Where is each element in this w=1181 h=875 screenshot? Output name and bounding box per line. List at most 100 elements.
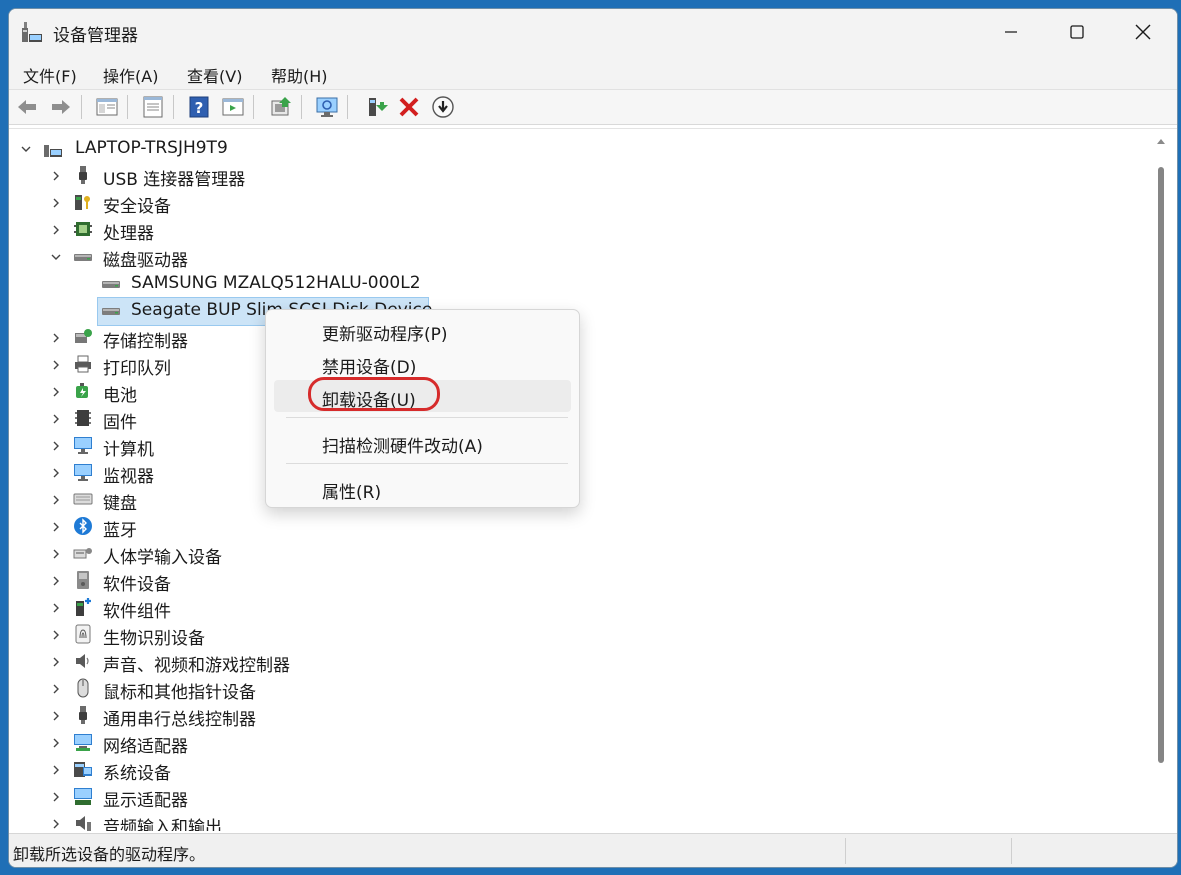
- tree-node[interactable]: 安全设备: [9, 189, 1149, 217]
- tree-node-label: USB 连接器管理器: [103, 170, 246, 190]
- tree-root[interactable]: LAPTOP-TRSJH9T9: [9, 135, 1149, 162]
- device-manager-window: 设备管理器 文件(F) 操作(A) 查看(V) 帮助(H) ? LAPTOP-T…: [8, 8, 1178, 868]
- chevron-right-icon[interactable]: [49, 330, 63, 344]
- chevron-right-icon[interactable]: [49, 222, 63, 236]
- chevron-right-icon[interactable]: [49, 816, 63, 830]
- maximize-button[interactable]: [1044, 9, 1110, 55]
- tree-node-label: 鼠标和其他指针设备: [103, 683, 256, 703]
- enable-device-icon[interactable]: [365, 95, 389, 119]
- chevron-down-icon[interactable]: [19, 141, 33, 155]
- system-device-icon: [73, 759, 93, 779]
- tree-node[interactable]: 软件组件: [9, 594, 1149, 622]
- menu-action[interactable]: 操作(A): [99, 61, 162, 89]
- network-adapter-icon: [73, 732, 93, 752]
- chevron-down-icon[interactable]: [49, 249, 63, 263]
- toolbar-separator: [173, 95, 174, 119]
- chevron-right-icon[interactable]: [49, 438, 63, 452]
- tree-node[interactable]: 显示适配器: [9, 783, 1149, 811]
- properties-icon[interactable]: [141, 95, 165, 119]
- scroll-thumb[interactable]: [1158, 167, 1164, 763]
- menu-help[interactable]: 帮助(H): [267, 61, 332, 89]
- chevron-right-icon[interactable]: [49, 600, 63, 614]
- chevron-right-icon[interactable]: [49, 681, 63, 695]
- chevron-right-icon[interactable]: [49, 465, 63, 479]
- context-menu-properties[interactable]: 属性(R): [274, 472, 571, 504]
- tree-node[interactable]: 处理器: [9, 216, 1149, 244]
- toolbar-separator: [127, 95, 128, 119]
- context-menu-update-driver[interactable]: 更新驱动程序(P): [274, 314, 571, 346]
- software-component-icon: [73, 597, 93, 617]
- chevron-right-icon[interactable]: [49, 357, 63, 371]
- menu-view[interactable]: 查看(V): [183, 61, 246, 89]
- tree-node-label: 网络适配器: [103, 737, 188, 757]
- back-icon[interactable]: [15, 95, 39, 119]
- help-icon[interactable]: ?: [187, 95, 211, 119]
- tree-node[interactable]: 磁盘驱动器: [9, 243, 1149, 271]
- context-menu-separator: [286, 417, 568, 418]
- tree-node[interactable]: 音频输入和输出: [9, 810, 1149, 831]
- audio-io-icon: [73, 813, 93, 831]
- tree-node[interactable]: 蓝牙: [9, 513, 1149, 541]
- tree-node[interactable]: 软件设备: [9, 567, 1149, 595]
- uninstall-x-icon[interactable]: [397, 95, 421, 119]
- bluetooth-icon: [73, 516, 93, 536]
- context-menu-label: 更新驱动程序(P): [322, 325, 448, 345]
- tree-node-label: 安全设备: [103, 197, 171, 217]
- chevron-right-icon[interactable]: [49, 168, 63, 182]
- chevron-right-icon[interactable]: [49, 708, 63, 722]
- tree-node[interactable]: 网络适配器: [9, 729, 1149, 757]
- chevron-right-icon[interactable]: [49, 411, 63, 425]
- menu-file[interactable]: 文件(F): [19, 61, 81, 89]
- disk-drive-icon: [73, 246, 93, 266]
- chevron-right-icon[interactable]: [49, 195, 63, 209]
- show-hide-tree-icon[interactable]: [95, 95, 119, 119]
- chevron-right-icon[interactable]: [49, 546, 63, 560]
- tree-node[interactable]: 通用串行总线控制器: [9, 702, 1149, 730]
- chevron-right-icon[interactable]: [49, 492, 63, 506]
- tree-node-label: 监视器: [103, 467, 154, 487]
- tree-node[interactable]: 鼠标和其他指针设备: [9, 675, 1149, 703]
- chevron-right-icon[interactable]: [49, 789, 63, 803]
- chevron-right-icon[interactable]: [49, 735, 63, 749]
- tree-node[interactable]: 系统设备: [9, 756, 1149, 784]
- forward-icon[interactable]: [49, 95, 73, 119]
- tree-node[interactable]: USB 连接器管理器: [9, 162, 1149, 190]
- battery-icon: [73, 381, 93, 401]
- chevron-right-icon[interactable]: [49, 519, 63, 533]
- disk-icon: [101, 273, 121, 293]
- minimize-button[interactable]: [978, 9, 1044, 55]
- tree-node[interactable]: 声音、视频和游戏控制器: [9, 648, 1149, 676]
- tree-node[interactable]: 人体学输入设备: [9, 540, 1149, 568]
- tree-node-label: 音频输入和输出: [103, 818, 222, 831]
- chevron-right-icon[interactable]: [49, 573, 63, 587]
- tree-node-label: 显示适配器: [103, 791, 188, 811]
- chevron-right-icon[interactable]: [49, 384, 63, 398]
- scroll-up-icon[interactable]: [1157, 139, 1165, 144]
- monitor-icon: [73, 435, 93, 455]
- usb-icon: [73, 705, 93, 725]
- tree-node-label: 人体学输入设备: [103, 548, 222, 568]
- update-driver-icon[interactable]: [269, 95, 293, 119]
- computer-icon: [43, 138, 63, 158]
- chevron-right-icon[interactable]: [49, 654, 63, 668]
- tree-child-node[interactable]: SAMSUNG MZALQ512HALU-000L2: [9, 270, 1149, 297]
- status-text: 卸载所选设备的驱动程序。: [13, 845, 206, 864]
- tree-node[interactable]: 生物识别设备: [9, 621, 1149, 649]
- chevron-right-icon[interactable]: [49, 762, 63, 776]
- vertical-scrollbar[interactable]: [1154, 137, 1168, 827]
- context-menu-disable-device[interactable]: 禁用设备(D): [274, 347, 571, 379]
- chevron-right-icon[interactable]: [49, 627, 63, 641]
- tree-node-label: 打印队列: [103, 359, 171, 379]
- context-menu-uninstall-device[interactable]: 卸载设备(U): [274, 377, 571, 412]
- toolbar-separator: [301, 95, 302, 119]
- tree-node-label: 软件组件: [103, 602, 171, 622]
- tree-node-label: 存储控制器: [103, 332, 188, 352]
- view-icon[interactable]: [221, 95, 245, 119]
- toolbar-separator: [81, 95, 82, 119]
- download-icon[interactable]: [431, 95, 455, 119]
- scan-hardware-icon[interactable]: [315, 95, 339, 119]
- close-button[interactable]: [1110, 9, 1176, 55]
- context-menu-scan-hardware[interactable]: 扫描检测硬件改动(A): [274, 426, 571, 458]
- software-device-icon: [73, 570, 93, 590]
- close-icon: [1135, 24, 1151, 40]
